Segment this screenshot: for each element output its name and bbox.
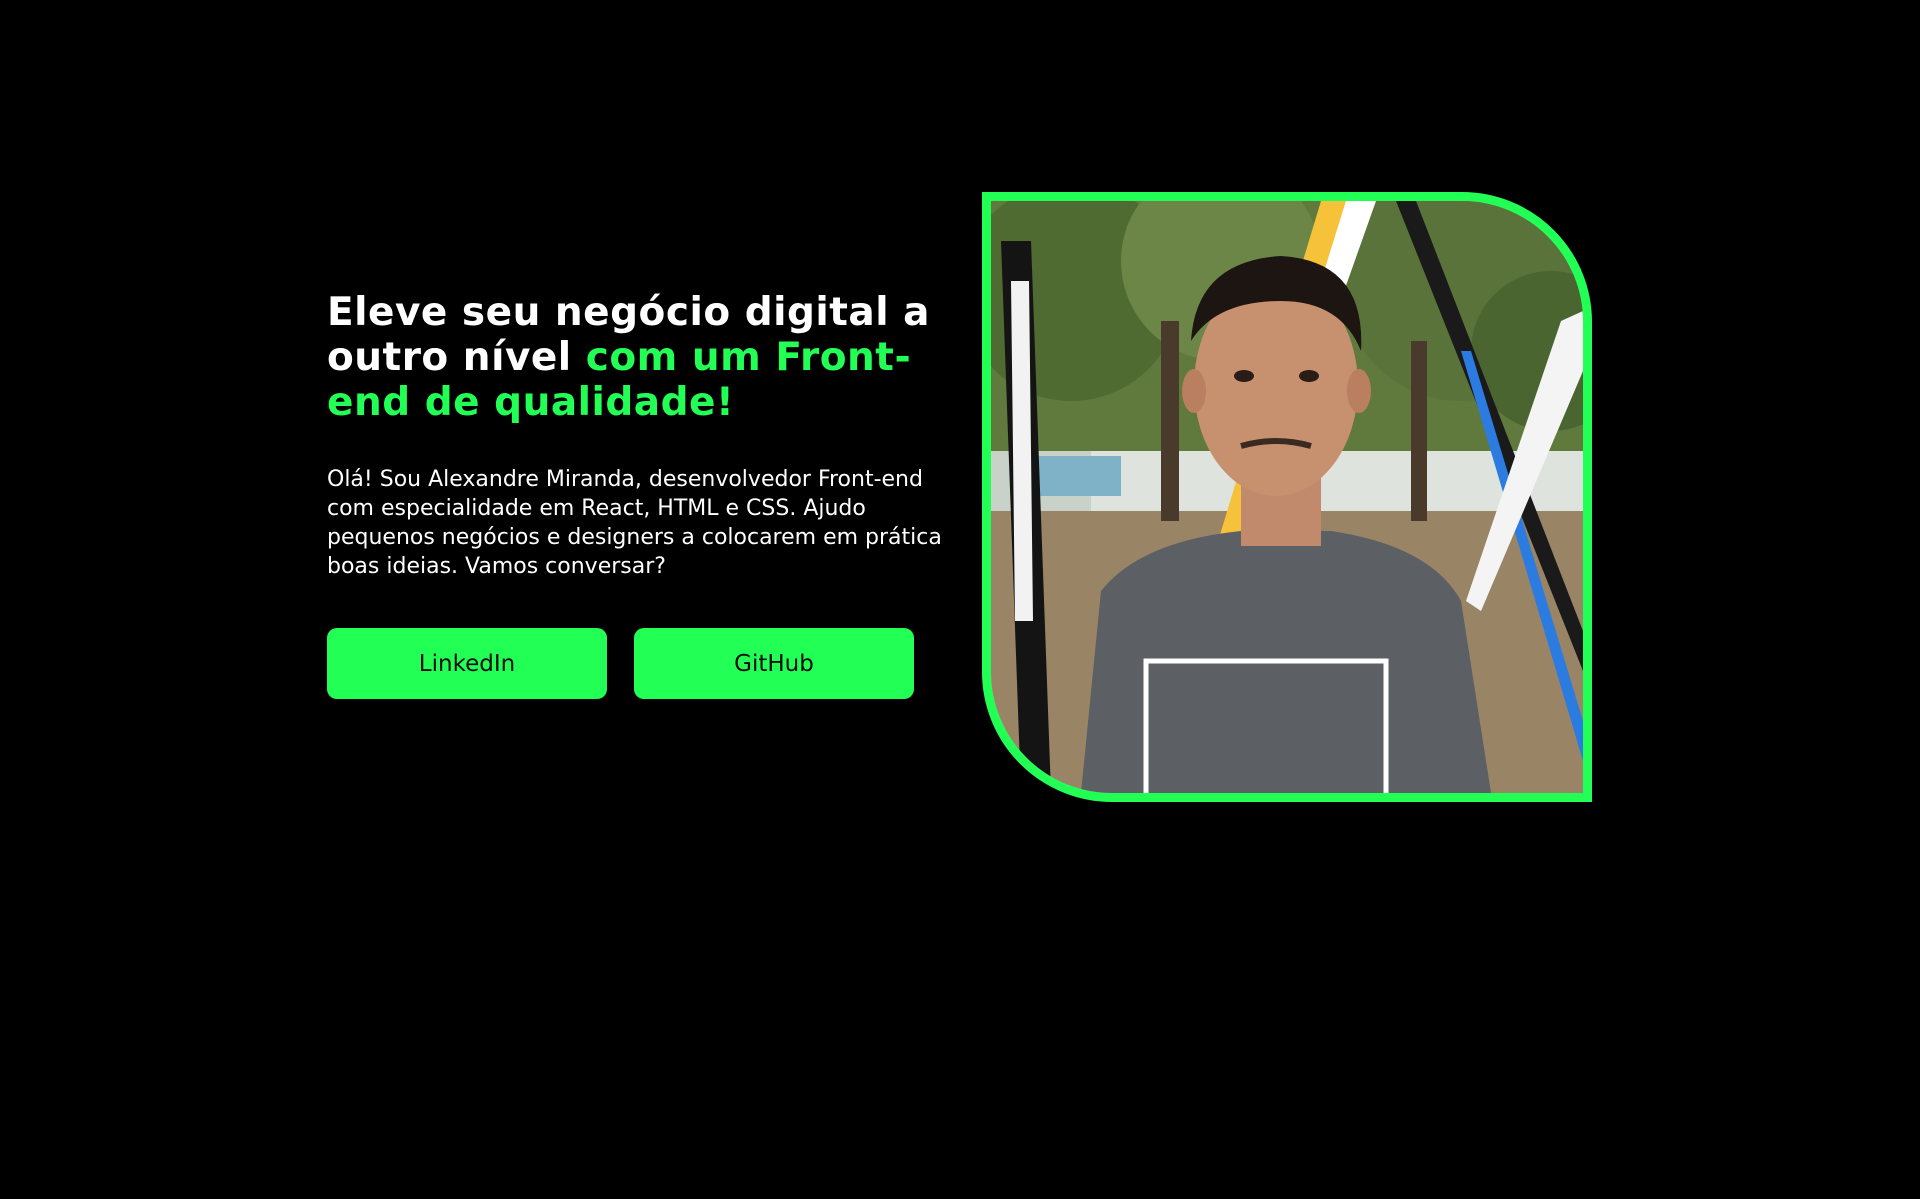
hero-text-column: Eleve seu negócio digital a outro nível … xyxy=(327,290,947,581)
github-button[interactable]: GitHub xyxy=(634,628,914,699)
hero-intro-text: Olá! Sou Alexandre Miranda, desenvolvedo… xyxy=(327,467,942,579)
profile-photo-image xyxy=(991,201,1583,793)
hero-headline: Eleve seu negócio digital a outro nível … xyxy=(327,290,947,425)
linkedin-button[interactable]: LinkedIn xyxy=(327,628,607,699)
social-buttons: LinkedIn GitHub xyxy=(327,628,914,699)
hero-section: Eleve seu negócio digital a outro nível … xyxy=(0,0,1920,1199)
profile-photo xyxy=(982,192,1592,802)
